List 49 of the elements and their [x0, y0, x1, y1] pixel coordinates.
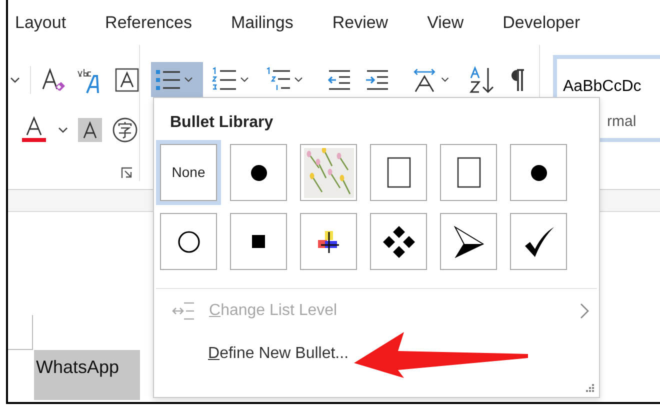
bullets-button[interactable]: [151, 62, 203, 97]
ribbon-tab[interactable]: Review: [332, 10, 388, 36]
bullet-option[interactable]: [370, 144, 427, 201]
ribbon-tab[interactable]: View: [427, 10, 464, 36]
page-corner-mark: [8, 315, 33, 350]
caret-icon[interactable]: [10, 76, 20, 84]
check-bullet-icon: [522, 226, 554, 258]
ribbon-tab[interactable]: Mailings: [230, 10, 294, 36]
document-text: WhatsApp: [34, 350, 140, 400]
decrease-indent-icon: [327, 68, 351, 90]
caret-icon[interactable]: [58, 126, 68, 134]
empty-box-icon: [386, 157, 410, 188]
cross-bullet-icon: [318, 230, 340, 252]
bullet-option[interactable]: [440, 213, 497, 270]
bullet-option[interactable]: [510, 213, 567, 270]
ribbon-tab[interactable]: Layout: [15, 10, 66, 36]
bullet-option[interactable]: [160, 213, 217, 270]
bullets-icon: [155, 68, 181, 92]
caret-icon: [440, 76, 449, 83]
circle-bullet-icon: [178, 230, 200, 252]
resize-grip-icon[interactable]: [585, 383, 595, 393]
ribbon-tab[interactable]: References: [105, 10, 192, 36]
bullet-option[interactable]: [300, 213, 357, 270]
menu-heading: Bullet Library: [169, 113, 274, 133]
increase-indent-icon: [365, 68, 389, 90]
style-preview-text[interactable]: AaBbCcDc: [563, 75, 660, 99]
menu-item[interactable]: Define New Bullet...: [154, 332, 599, 375]
sort-icon: [469, 66, 495, 94]
caret-icon: [294, 76, 303, 83]
empty-box-icon: [456, 157, 480, 188]
numbering-icon: [211, 66, 237, 92]
bullet-option[interactable]: [440, 144, 497, 201]
list-level-icon: [172, 300, 196, 320]
square-bullet-icon: [252, 235, 265, 248]
bullet-option[interactable]: [370, 213, 427, 270]
dot-bullet-icon: [530, 164, 546, 180]
dialog-launcher-icon[interactable]: [121, 167, 133, 179]
caret-icon: [240, 76, 249, 83]
bullet-option[interactable]: [230, 144, 287, 201]
dot-bullet-icon: [250, 164, 266, 180]
style-name: rmal: [606, 112, 638, 132]
caret-icon: [184, 76, 193, 83]
bullet-option[interactable]: [230, 213, 287, 270]
diamonds-bullet-icon: [382, 224, 416, 258]
show-formatting-marks-icon: [509, 68, 525, 92]
ribbon-tab[interactable]: Developer: [502, 10, 580, 36]
arrowhead-bullet-icon: [454, 226, 484, 258]
bullet-option[interactable]: [510, 144, 567, 201]
multilevel-list-icon: [265, 66, 291, 92]
